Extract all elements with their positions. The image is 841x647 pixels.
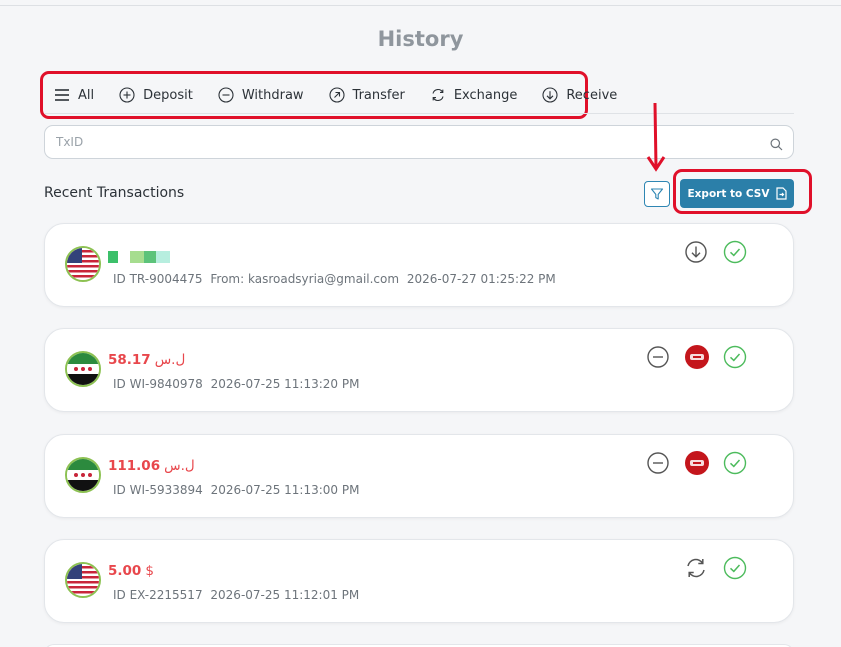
funnel-icon — [650, 188, 664, 200]
transaction-meta: ID TR-9004475 From: kasroadsyria@gmail.c… — [113, 272, 560, 286]
transaction-status-icons — [684, 240, 747, 264]
transaction-card[interactable]: ID TR-9004475 From: kasroadsyria@gmail.c… — [44, 223, 794, 307]
transaction-id: ID TR-9004475 — [113, 272, 203, 286]
tab-exchange[interactable]: Exchange — [430, 87, 518, 103]
tab-label: Withdraw — [241, 87, 304, 103]
section-title: Recent Transactions — [44, 185, 185, 201]
transaction-meta: ID WI-9840978 2026-07-25 11:13:20 PM — [113, 377, 363, 391]
amount-value: 111.06 — [108, 458, 161, 474]
transaction-card[interactable]: 5.00 $ ID EX-2215517 2026-07-25 11:12:01 … — [44, 539, 794, 623]
amount-value: 5.00 — [108, 563, 142, 579]
search-input[interactable] — [45, 126, 745, 158]
transaction-from: From: kasroadsyria@gmail.com — [210, 272, 400, 286]
transaction-datetime: 2026-07-25 11:13:20 PM — [210, 377, 360, 391]
tab-label: All — [78, 87, 95, 103]
tab-label: Exchange — [453, 87, 518, 103]
transaction-meta: ID WI-5933894 2026-07-25 11:13:00 PM — [113, 483, 363, 497]
syria-flag-icon — [65, 457, 101, 493]
transaction-id: ID WI-5933894 — [113, 483, 203, 497]
transaction-meta: ID EX-2215517 2026-07-25 11:12:01 PM — [113, 588, 363, 602]
obscured-amount — [108, 251, 170, 263]
arrow-up-right-circle-icon — [328, 87, 345, 103]
us-flag-icon — [65, 562, 101, 598]
minus-circle-icon — [647, 346, 669, 368]
transaction-status-icons — [646, 451, 747, 475]
txid-search — [44, 125, 794, 159]
transaction-id: ID WI-9840978 — [113, 377, 203, 391]
list-icon — [54, 87, 70, 103]
plus-circle-icon — [119, 87, 135, 103]
transaction-amount: 111.06 ل.س — [108, 458, 195, 474]
wallet-logo-icon — [685, 345, 709, 369]
amount-currency: ل.س — [164, 458, 195, 474]
transaction-amount: 5.00 $ — [108, 563, 154, 579]
check-circle-icon — [723, 240, 747, 264]
transaction-datetime: 2026-07-25 11:12:01 PM — [210, 588, 360, 602]
tab-deposit[interactable]: Deposit — [119, 87, 193, 103]
check-circle-icon — [723, 556, 747, 580]
tab-transfer[interactable]: Transfer — [328, 87, 405, 103]
page-title: History — [377, 27, 464, 51]
red-arrow-annotation — [646, 102, 666, 172]
filter-tabs: All Deposit Withdraw Transfer Exchange R… — [54, 84, 642, 106]
transaction-id: ID EX-2215517 — [113, 588, 203, 602]
tab-label: Transfer — [352, 87, 405, 103]
export-label: Export to CSV — [687, 187, 770, 200]
wallet-logo-icon — [685, 451, 709, 475]
transaction-datetime: 2026-07-27 01:25:22 PM — [406, 272, 556, 286]
minus-circle-icon — [647, 452, 669, 474]
search-icon[interactable] — [770, 136, 783, 155]
check-circle-icon — [723, 345, 747, 369]
refresh-icon — [687, 558, 705, 578]
file-export-icon — [775, 187, 787, 200]
transaction-card[interactable]: 111.06 ل.س ID WI-5933894 2026-07-25 11:13… — [44, 434, 794, 518]
filter-button[interactable] — [644, 181, 670, 207]
minus-circle-icon — [218, 87, 234, 103]
tab-label: Deposit — [143, 87, 193, 103]
us-flag-icon — [65, 246, 101, 282]
tab-withdraw[interactable]: Withdraw — [218, 87, 304, 103]
transaction-status-icons — [646, 345, 747, 369]
amount-currency: $ — [145, 563, 154, 579]
top-divider — [0, 5, 841, 6]
tab-receive[interactable]: Receive — [542, 87, 617, 103]
transaction-status-icons — [684, 556, 747, 580]
arrow-down-circle-icon — [542, 87, 558, 103]
tab-all[interactable]: All — [54, 87, 94, 103]
transaction-card[interactable]: 58.17 ل.س ID WI-9840978 2026-07-25 11:13:… — [44, 328, 794, 412]
arrow-down-circle-icon — [685, 241, 707, 263]
refresh-icon — [430, 87, 446, 103]
export-csv-button[interactable]: Export to CSV — [680, 179, 794, 208]
amount-currency: ل.س — [154, 352, 186, 368]
transaction-datetime: 2026-07-25 11:13:00 PM — [210, 483, 360, 497]
amount-value: 58.17 — [108, 352, 151, 368]
check-circle-icon — [723, 451, 747, 475]
syria-flag-icon — [65, 351, 101, 387]
tabs-divider — [44, 113, 794, 114]
tab-label: Receive — [566, 87, 618, 103]
transaction-amount: 58.17 ل.س — [108, 352, 185, 368]
